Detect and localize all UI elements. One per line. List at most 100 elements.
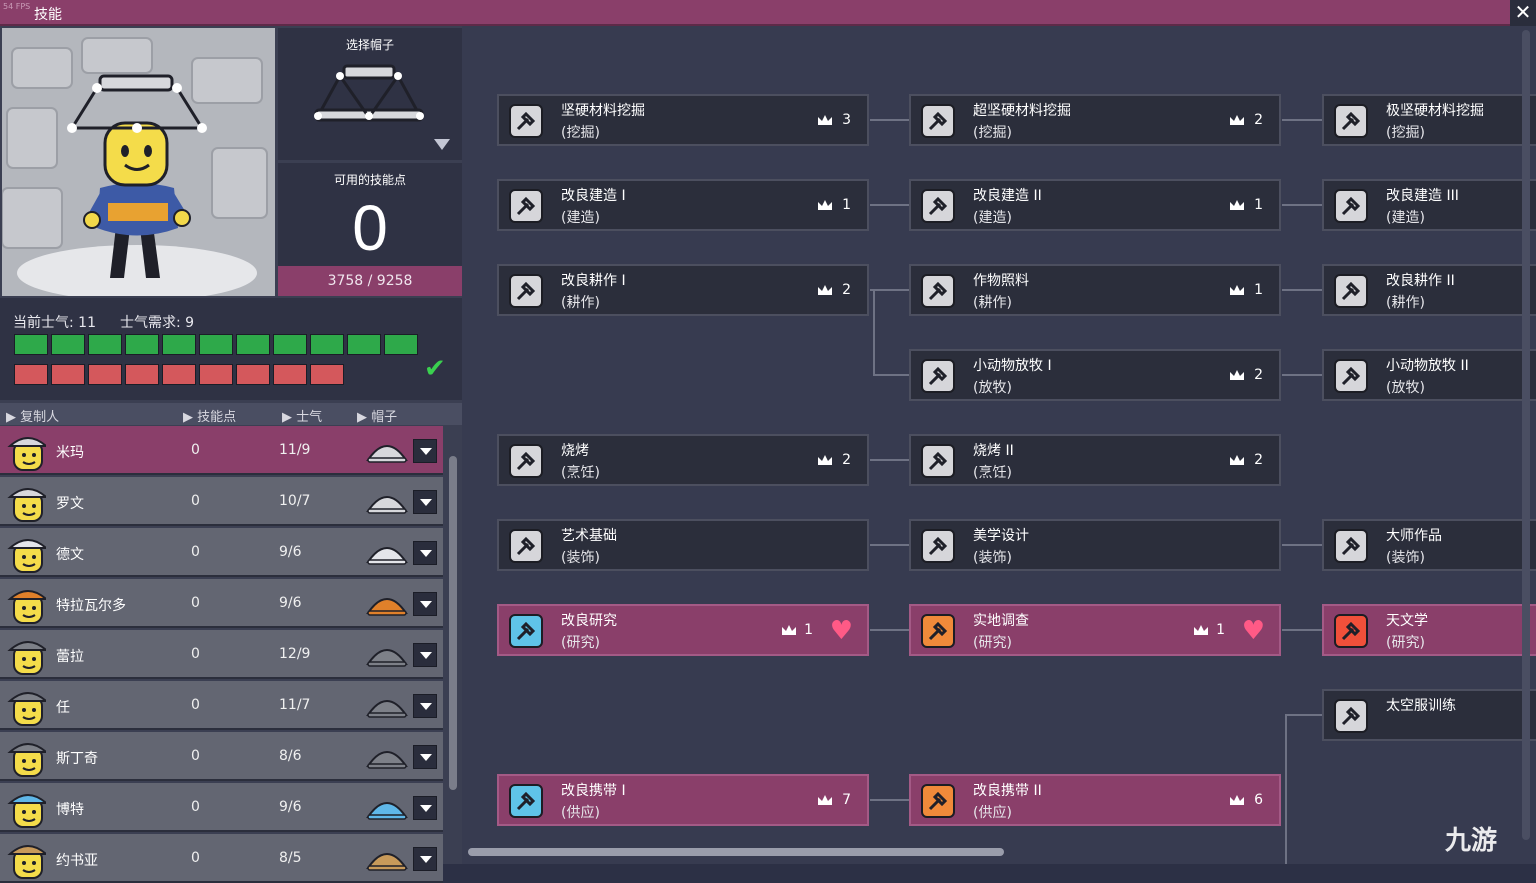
cap-icon bbox=[366, 751, 408, 769]
hat-dropdown-button[interactable] bbox=[413, 694, 437, 718]
skill-icon bbox=[509, 784, 543, 818]
skill-name: 美学设计 bbox=[973, 528, 1029, 544]
hat-dropdown-button[interactable] bbox=[413, 592, 437, 616]
dupe-row[interactable]: 米玛 0 11/9 bbox=[0, 426, 443, 475]
hat-dropdown-button[interactable] bbox=[413, 643, 437, 667]
dupe-row[interactable]: 蕾拉 0 12/9 bbox=[0, 630, 443, 679]
skill-node[interactable]: 小动物放牧 II (放牧) bbox=[1322, 349, 1536, 401]
crown-icon bbox=[818, 795, 832, 805]
skill-category: (供应) bbox=[973, 805, 1012, 821]
morale-cell-current bbox=[310, 334, 344, 355]
close-button[interactable]: ✕ bbox=[1510, 0, 1536, 26]
dupe-avatar bbox=[7, 590, 46, 624]
hat-dropdown-arrow-icon[interactable] bbox=[434, 139, 450, 150]
sort-by-morale[interactable]: ▶ 士气 bbox=[282, 406, 322, 425]
hat-dropdown-button[interactable] bbox=[413, 439, 437, 463]
dupe-name: 蕾拉 bbox=[56, 649, 84, 665]
hat-dropdown-button[interactable] bbox=[413, 490, 437, 514]
skill-node[interactable]: 作物照料 (耕作) 1 bbox=[909, 264, 1281, 316]
crown-icon bbox=[818, 455, 832, 465]
dupe-row[interactable]: 斯丁奇 0 8/6 bbox=[0, 732, 443, 781]
hat-dropdown-button[interactable] bbox=[413, 745, 437, 769]
skill-icon bbox=[509, 189, 543, 223]
morale-cell-current bbox=[51, 334, 85, 355]
dupe-row[interactable]: 博特 0 9/6 bbox=[0, 783, 443, 832]
dupe-row[interactable]: 罗文 0 10/7 bbox=[0, 477, 443, 526]
required-morale-label: 士气需求: 9 bbox=[120, 315, 195, 331]
dupe-list-header: ▶ 复制人 ▶ 技能点 ▶ 士气 ▶ 帽子 bbox=[0, 403, 462, 425]
skill-name: 小动物放牧 I bbox=[973, 358, 1052, 374]
sort-by-points[interactable]: ▶ 技能点 bbox=[183, 406, 236, 425]
skill-points-label: 可用的技能点 bbox=[333, 173, 406, 187]
blue-cap-icon bbox=[366, 802, 408, 820]
morale-cell-required bbox=[273, 364, 307, 385]
dupe-portrait bbox=[2, 28, 275, 296]
skill-node[interactable]: 改良建造 I (建造) 1 bbox=[497, 179, 869, 231]
skill-node[interactable]: 美学设计 (装饰) bbox=[909, 519, 1281, 571]
hat-selector[interactable]: 选择帽子 bbox=[278, 28, 462, 160]
skill-node[interactable]: 改良建造 III (建造) bbox=[1322, 179, 1536, 231]
skill-node[interactable]: 改良携带 I (供应) 7 bbox=[497, 774, 869, 826]
skill-node[interactable]: 烧烤 (烹饪) 2 bbox=[497, 434, 869, 486]
sort-by-dupe[interactable]: ▶ 复制人 bbox=[6, 406, 59, 425]
skill-node[interactable]: 坚硬材料挖掘 (挖掘) 3 bbox=[497, 94, 869, 146]
morale-cell-current bbox=[236, 334, 270, 355]
crown-icon bbox=[818, 200, 832, 210]
skill-node[interactable]: 改良耕作 II (耕作) bbox=[1322, 264, 1536, 316]
hat-dropdown-button[interactable] bbox=[413, 847, 437, 871]
mining-hat-icon bbox=[366, 496, 408, 514]
skill-node[interactable]: 天文学 (研究) bbox=[1322, 604, 1536, 656]
skill-name: 坚硬材料挖掘 bbox=[561, 103, 645, 119]
skill-icon bbox=[509, 529, 543, 563]
crown-icon bbox=[1230, 370, 1244, 380]
skill-name: 烧烤 bbox=[561, 443, 589, 459]
dupe-skill-points: 0 bbox=[191, 595, 200, 611]
skill-category: (挖掘) bbox=[973, 125, 1012, 141]
morale-panel: 当前士气: 11 士气需求: 9 ✔ bbox=[0, 298, 462, 400]
skill-category: (研究) bbox=[973, 635, 1012, 651]
skill-category: (烹饪) bbox=[973, 465, 1012, 481]
skill-name: 改良建造 III bbox=[1386, 188, 1459, 204]
crown-icon bbox=[782, 625, 796, 635]
skill-node[interactable]: 艺术基础 (装饰) bbox=[497, 519, 869, 571]
skill-icon bbox=[509, 614, 543, 648]
dupe-row[interactable]: 约书亚 0 8/5 bbox=[0, 834, 443, 883]
skill-node[interactable]: 实地调查 (研究) 1 ♥ bbox=[909, 604, 1281, 656]
sort-by-hat[interactable]: ▶ 帽子 bbox=[357, 406, 397, 425]
skill-icon bbox=[1334, 274, 1368, 308]
skill-node[interactable]: 改良耕作 I (耕作) 2 bbox=[497, 264, 869, 316]
experience-bar: 3758 / 9258 bbox=[278, 266, 462, 296]
skill-node[interactable]: 改良携带 II (供应) 6 bbox=[909, 774, 1281, 826]
skill-icon bbox=[921, 784, 955, 818]
skill-node[interactable]: 极坚硬材料挖掘 (挖掘) bbox=[1322, 94, 1536, 146]
skill-mastery-count: 2 bbox=[1254, 112, 1263, 128]
dupe-row[interactable]: 特拉瓦尔多 0 9/6 bbox=[0, 579, 443, 628]
morale-cell-current bbox=[273, 334, 307, 355]
skill-tree-horizontal-scrollbar[interactable] bbox=[468, 848, 1004, 856]
hat-dropdown-button[interactable] bbox=[413, 796, 437, 820]
skill-icon bbox=[921, 444, 955, 478]
dupe-row[interactable]: 德文 0 9/6 bbox=[0, 528, 443, 577]
skill-node[interactable]: 改良研究 (研究) 1 ♥ bbox=[497, 604, 869, 656]
crown-icon bbox=[1230, 795, 1244, 805]
skill-name: 改良携带 II bbox=[973, 783, 1042, 799]
dupe-name: 斯丁奇 bbox=[56, 751, 98, 767]
skill-category: (建造) bbox=[1386, 210, 1425, 226]
skill-node[interactable]: 大师作品 (装饰) bbox=[1322, 519, 1536, 571]
dupe-list-scrollbar[interactable] bbox=[449, 456, 457, 790]
hat-dropdown-button[interactable] bbox=[413, 541, 437, 565]
morale-cell-current bbox=[14, 334, 48, 355]
dupe-name: 德文 bbox=[56, 547, 84, 563]
skill-node[interactable]: 烧烤 II (烹饪) 2 bbox=[909, 434, 1281, 486]
skill-node[interactable]: 超坚硬材料挖掘 (挖掘) 2 bbox=[909, 94, 1281, 146]
skill-category: (耕作) bbox=[973, 295, 1012, 311]
skill-node[interactable]: 小动物放牧 I (放牧) 2 bbox=[909, 349, 1281, 401]
skill-node[interactable]: 太空服训练 bbox=[1322, 689, 1536, 741]
dupe-row[interactable]: 任 0 11/7 bbox=[0, 681, 443, 730]
skill-node[interactable]: 改良建造 II (建造) 1 bbox=[909, 179, 1281, 231]
skill-tree-vertical-scrollbar[interactable] bbox=[1522, 30, 1530, 840]
skill-category: (建造) bbox=[561, 210, 600, 226]
skill-mastery-count: 1 bbox=[804, 622, 813, 638]
title-bar: 54 FPS 技能 ✕ bbox=[0, 0, 1536, 26]
skill-name: 改良建造 II bbox=[973, 188, 1042, 204]
